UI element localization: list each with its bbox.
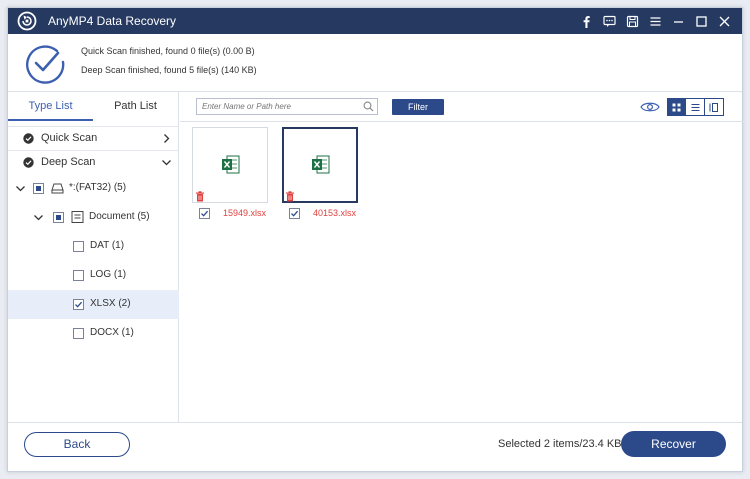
app-window: AnyMP4 Data Recovery Quick Scan finished…	[7, 7, 744, 473]
xlsx-label: XLSX (2)	[90, 298, 131, 309]
excel-file-icon	[222, 155, 240, 174]
tree-row-docx[interactable]: DOCX (1)	[8, 319, 179, 348]
minimize-icon[interactable]	[667, 8, 690, 34]
grid-icon	[672, 103, 681, 111]
content-view-button[interactable]	[705, 99, 723, 115]
drive-label: *:(FAT32) (5)	[69, 182, 127, 193]
log-label: LOG (1)	[90, 269, 127, 280]
file-checkbox[interactable]	[289, 208, 300, 219]
file-thumbnail-selected[interactable]	[282, 127, 358, 203]
dat-label: DAT (1)	[90, 240, 125, 251]
facebook-icon[interactable]	[575, 8, 598, 34]
log-checkbox[interactable]	[73, 270, 84, 281]
drive-icon	[51, 183, 64, 194]
chevron-down-icon[interactable]	[15, 183, 26, 194]
deleted-trash-icon	[286, 191, 294, 202]
drive-checkbox[interactable]	[33, 183, 44, 194]
detail-view-icon	[709, 102, 719, 112]
excel-file-icon	[312, 155, 330, 174]
filter-button[interactable]: Filter	[392, 99, 444, 115]
document-checkbox[interactable]	[53, 212, 64, 223]
checkmark-icon	[291, 210, 299, 217]
document-label: Document (5)	[89, 211, 150, 222]
chevron-right-icon[interactable]	[161, 133, 172, 144]
checkmark-icon	[75, 301, 83, 308]
tree-row-document[interactable]: Document (5)	[8, 203, 179, 232]
recover-button[interactable]: Recover	[621, 431, 726, 457]
file-checkbox[interactable]	[199, 208, 210, 219]
save-icon[interactable]	[621, 8, 644, 34]
xlsx-checkbox[interactable]	[73, 299, 84, 310]
docx-label: DOCX (1)	[90, 327, 134, 338]
preview-eye-icon[interactable]	[640, 101, 660, 113]
close-icon[interactable]	[713, 8, 736, 34]
title-bar: AnyMP4 Data Recovery	[8, 8, 742, 34]
check-bullet-icon	[23, 133, 34, 144]
tree-row-xlsx[interactable]: XLSX (2)	[8, 290, 179, 319]
file-thumbnail[interactable]	[192, 127, 268, 203]
tab-path-list[interactable]: Path List	[93, 92, 178, 121]
quick-scan-label: Quick Scan	[41, 132, 98, 144]
docx-checkbox[interactable]	[73, 328, 84, 339]
maximize-icon[interactable]	[690, 8, 713, 34]
footer-bar: Back Selected 2 items/23.4 KB Recover	[8, 422, 742, 473]
deep-scan-status: Deep Scan finished, found 5 file(s) (140…	[81, 65, 257, 75]
feedback-icon[interactable]	[598, 8, 621, 34]
deleted-trash-icon	[196, 191, 204, 202]
file-grid: 15949.xlsx 40153.xlsx	[180, 123, 744, 422]
scan-summary: Quick Scan finished, found 0 file(s) (0.…	[8, 34, 742, 92]
selection-summary: Selected 2 items/23.4 KB	[498, 438, 622, 450]
view-mode-switch	[667, 98, 724, 116]
chevron-down-icon[interactable]	[33, 212, 44, 223]
checkmark-icon	[201, 210, 209, 217]
check-bullet-icon	[23, 157, 34, 168]
sidebar: Type List Path List Quick Scan Deep Scan…	[8, 92, 179, 422]
menu-icon[interactable]	[644, 8, 667, 34]
quick-scan-row[interactable]: Quick Scan	[8, 126, 179, 150]
deep-scan-label: Deep Scan	[41, 156, 96, 168]
document-icon	[71, 211, 84, 223]
tree-row-drive[interactable]: *:(FAT32) (5)	[8, 174, 179, 203]
dat-checkbox[interactable]	[73, 241, 84, 252]
list-icon	[691, 103, 700, 111]
tree-row-dat[interactable]: DAT (1)	[8, 232, 179, 261]
file-name: 15949.xlsx	[223, 208, 267, 218]
search-box[interactable]	[196, 98, 378, 115]
app-title: AnyMP4 Data Recovery	[48, 14, 177, 28]
chevron-down-icon[interactable]	[161, 157, 172, 168]
file-toolbar: Filter	[180, 92, 744, 122]
search-input[interactable]	[202, 100, 352, 113]
app-logo-icon	[17, 11, 37, 31]
tab-type-list[interactable]: Type List	[8, 92, 93, 121]
back-button[interactable]: Back	[24, 432, 130, 457]
tree-row-log[interactable]: LOG (1)	[8, 261, 179, 290]
file-name: 40153.xlsx	[313, 208, 357, 218]
sidebar-tabs: Type List Path List	[8, 92, 179, 121]
quick-scan-status: Quick Scan finished, found 0 file(s) (0.…	[81, 46, 255, 56]
search-icon[interactable]	[363, 101, 374, 112]
scan-complete-icon	[25, 45, 65, 84]
thumbnail-view-button[interactable]	[668, 99, 687, 115]
deep-scan-row[interactable]: Deep Scan	[8, 150, 179, 174]
list-view-button[interactable]	[686, 99, 705, 115]
